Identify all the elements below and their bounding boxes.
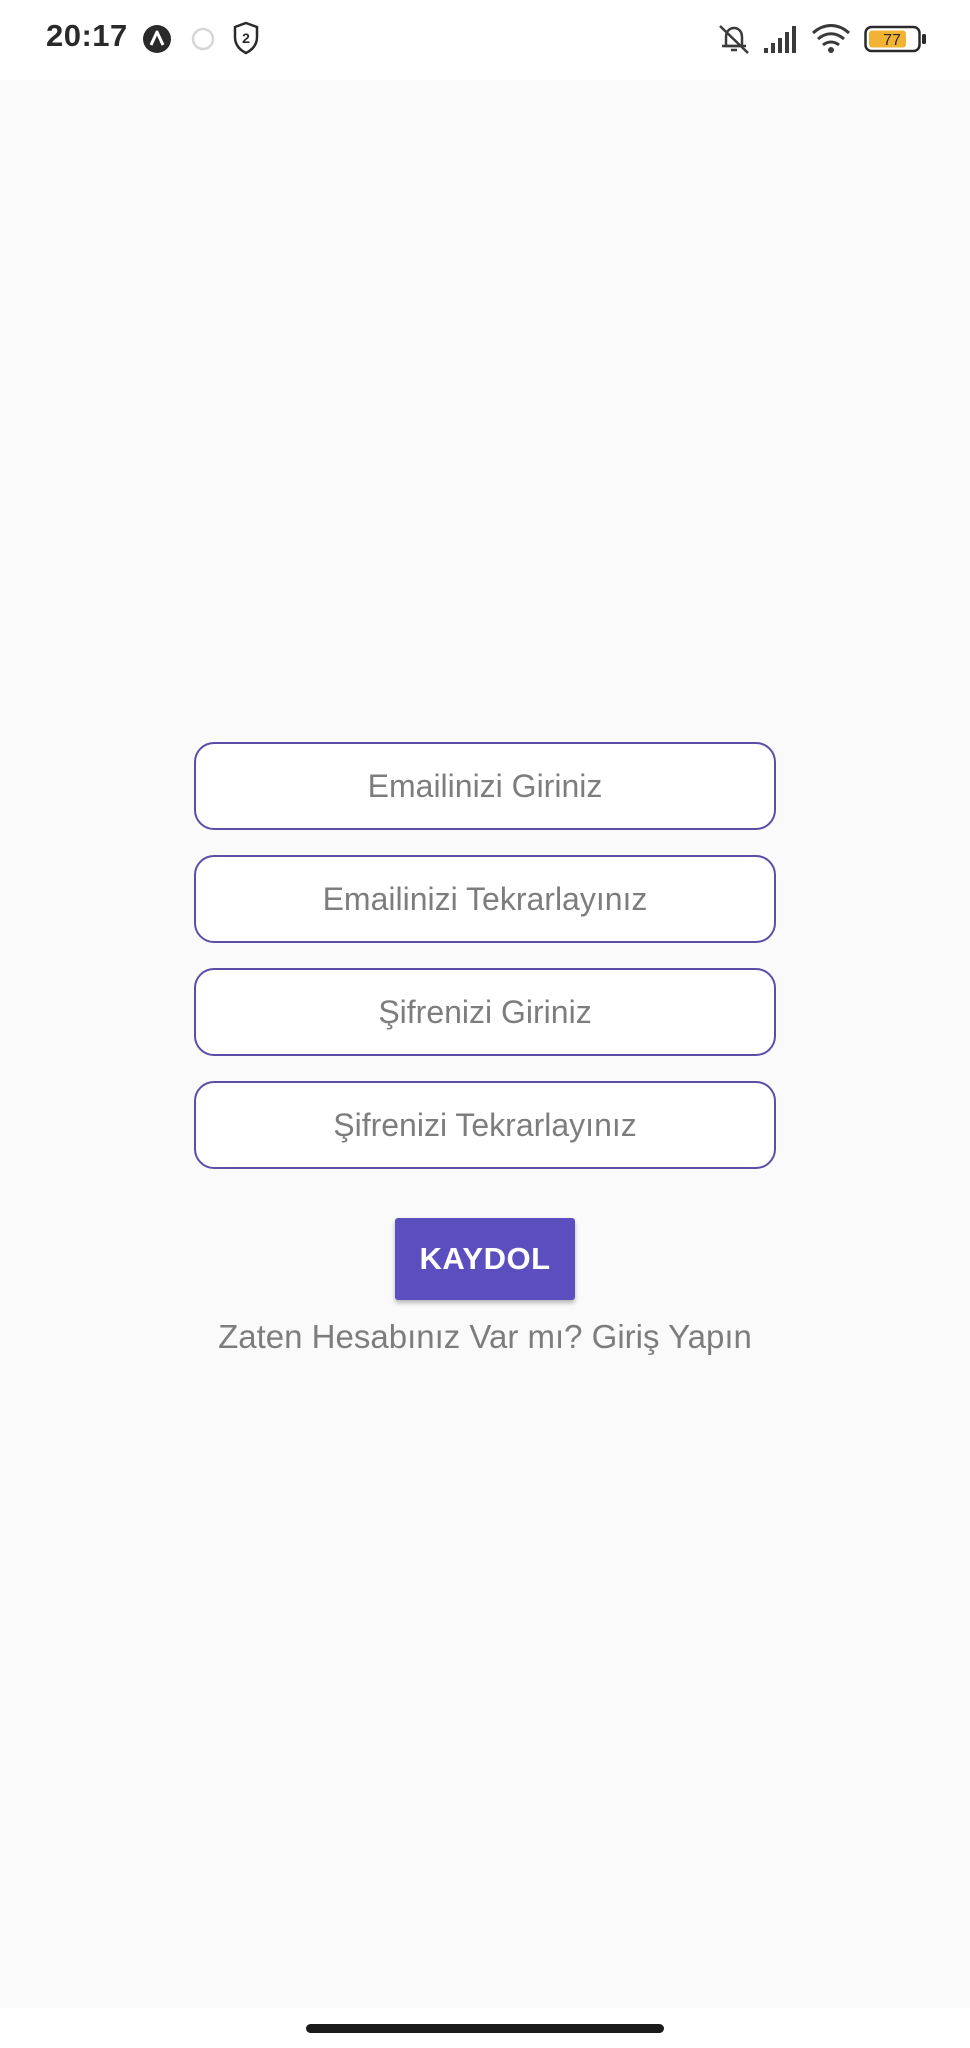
status-time: 20:17 xyxy=(46,18,128,53)
password-repeat-input[interactable] xyxy=(196,1083,774,1167)
login-link[interactable]: Zaten Hesabınız Var mı? Giriş Yapın xyxy=(0,1318,970,1356)
password-field[interactable] xyxy=(194,968,776,1056)
password-repeat-field[interactable] xyxy=(194,1081,776,1169)
status-bar: 20:17 2 77 xyxy=(0,0,970,80)
shield-count: 2 xyxy=(242,30,250,46)
email-repeat-input[interactable] xyxy=(196,857,774,941)
register-form xyxy=(194,742,776,1194)
battery-level: 77 xyxy=(883,32,901,49)
submit-wrap: KAYDOL xyxy=(395,1218,575,1300)
wifi-icon xyxy=(810,22,852,56)
signal-icon xyxy=(762,24,800,54)
loading-circle-icon xyxy=(190,26,216,52)
shield-icon: 2 xyxy=(232,21,260,55)
password-input[interactable] xyxy=(196,970,774,1054)
bell-muted-icon xyxy=(716,22,752,56)
battery-icon: 77 xyxy=(864,24,928,54)
email-input[interactable] xyxy=(196,744,774,828)
navigation-app-icon xyxy=(142,24,172,54)
email-repeat-field[interactable] xyxy=(194,855,776,943)
email-field[interactable] xyxy=(194,742,776,830)
home-indicator[interactable] xyxy=(306,2024,664,2033)
register-button[interactable]: KAYDOL xyxy=(395,1218,575,1300)
